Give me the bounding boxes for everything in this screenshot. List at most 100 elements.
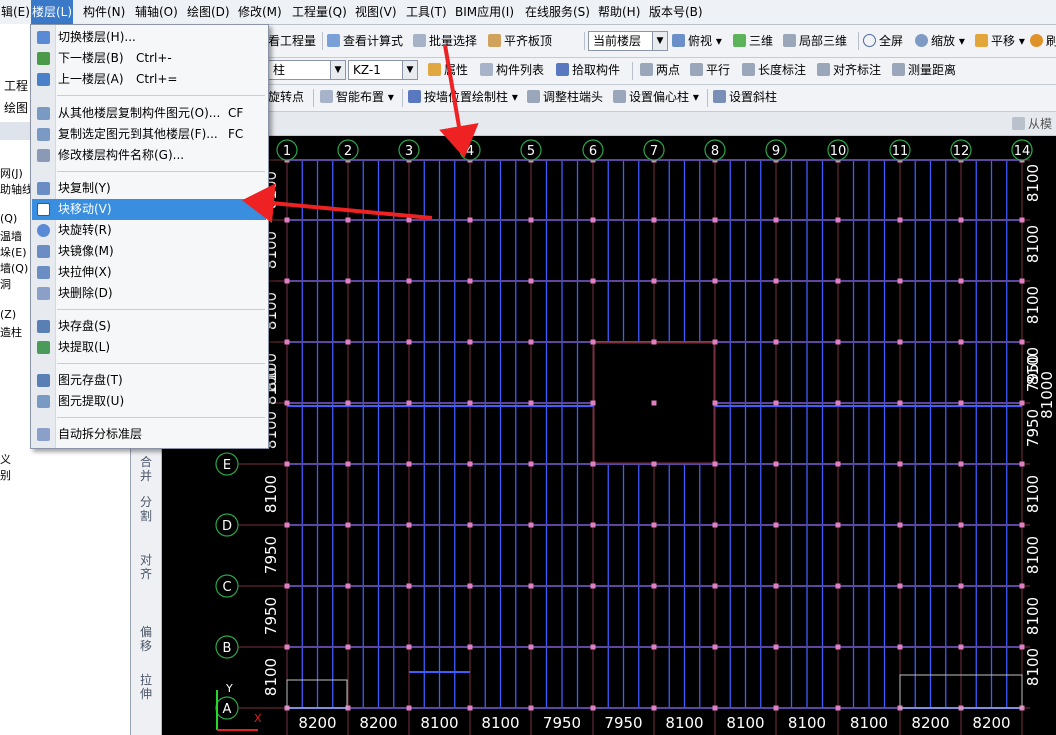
- wall-column-icon: [408, 90, 421, 103]
- column: [528, 217, 534, 223]
- tree-item-custom[interactable]: 义: [0, 451, 11, 467]
- tree-item-pilaster[interactable]: 垛(E): [0, 244, 27, 260]
- menu-tools[interactable]: 工具(T): [405, 0, 448, 24]
- component-name-select[interactable]: KZ-1 ▼: [348, 60, 418, 80]
- align-slab-top-button[interactable]: 平齐板顶: [488, 30, 552, 52]
- element-extract-icon: [37, 395, 50, 408]
- menu-aux-axis[interactable]: 辅轴(O): [134, 0, 179, 24]
- menu-item-element-extract[interactable]: 图元提取(U): [32, 391, 266, 412]
- tree-item-insulation-wall[interactable]: 温墙: [0, 228, 22, 244]
- from-model-button[interactable]: 从模: [1012, 113, 1052, 135]
- draw-column-by-wall-button[interactable]: 按墙位置绘制柱 ▾: [408, 86, 518, 108]
- menu-quantity[interactable]: 工程量(Q): [291, 0, 348, 24]
- column: [528, 583, 534, 589]
- tree-item-constructional-column[interactable]: 造柱: [0, 324, 22, 340]
- stretch-button[interactable]: 拉伸: [139, 673, 153, 701]
- menu-item-auto-split-standard-floor[interactable]: 自动拆分标准层: [32, 424, 266, 445]
- column: [651, 339, 657, 345]
- batch-select-button[interactable]: 批量选择: [413, 30, 477, 52]
- chevron-down-icon[interactable]: ▼: [330, 61, 345, 79]
- parallel-button[interactable]: 平行: [690, 59, 730, 81]
- tree-item-grid[interactable]: 网(J): [0, 165, 23, 181]
- menu-online[interactable]: 在线服务(S): [524, 0, 591, 24]
- zoom-button[interactable]: 缩放 ▾: [915, 30, 965, 52]
- menu-item-copy-to-floor[interactable]: 复制选定图元到其他楼层(F)... FC: [32, 124, 266, 145]
- refresh-button[interactable]: 刷: [1030, 30, 1056, 52]
- menu-modify[interactable]: 修改(M): [237, 0, 283, 24]
- rotate-point-button[interactable]: 旋转点: [268, 86, 304, 108]
- chevron-down-icon[interactable]: ▼: [652, 32, 667, 50]
- column: [406, 644, 412, 650]
- chevron-down-icon[interactable]: ▼: [402, 61, 417, 79]
- 3d-view-button[interactable]: 三维: [733, 30, 773, 52]
- menu-item-rename-floor-component[interactable]: 修改楼层构件名称(G)...: [32, 145, 266, 166]
- tree-item-aux-axis[interactable]: 助轴线: [0, 181, 33, 197]
- measure-distance-button[interactable]: 测量距离: [892, 59, 956, 81]
- merge-button[interactable]: 合并: [139, 455, 153, 483]
- split-button[interactable]: 分割: [139, 495, 153, 523]
- grid-label-x: 12: [953, 144, 970, 159]
- menu-item-block-extract[interactable]: 块提取(L): [32, 337, 266, 358]
- tree-item-column[interactable]: (Z): [0, 308, 16, 321]
- menu-version[interactable]: 版本号(B): [648, 0, 704, 24]
- floor-plan-drawing[interactable]: 1234567891011121314ABCDE8200820081008100…: [162, 136, 1056, 735]
- menu-component[interactable]: 构件(N): [82, 0, 126, 24]
- smart-layout-button[interactable]: 智能布置 ▾: [320, 86, 394, 108]
- refresh-label: 刷: [1046, 34, 1056, 48]
- column: [958, 339, 964, 345]
- local-3d-icon: [783, 34, 796, 47]
- pan-button[interactable]: 平移 ▾: [975, 30, 1025, 52]
- fullscreen-button[interactable]: 全屏: [863, 30, 903, 52]
- tree-item-identify[interactable]: 别: [0, 467, 11, 483]
- aligned-dim-button[interactable]: 对齐标注: [817, 59, 881, 81]
- tree-item-wall[interactable]: (Q): [0, 212, 17, 225]
- set-inclined-column-button[interactable]: 设置斜柱: [713, 86, 777, 108]
- menu-item-block-move[interactable]: 块移动(V): [32, 199, 266, 220]
- menu-item-block-mirror[interactable]: 块镜像(M): [32, 241, 266, 262]
- floor-scope-select[interactable]: 当前楼层 ▼: [588, 31, 668, 51]
- align-button[interactable]: 对齐: [139, 553, 153, 581]
- tree-item-wall-other[interactable]: 墙(Q): [0, 260, 28, 276]
- menu-item-block-delete[interactable]: 块删除(D): [32, 283, 266, 304]
- properties-label: 属性: [444, 63, 469, 77]
- top-view-button[interactable]: 俯视 ▾: [672, 30, 722, 52]
- menu-item-switch-floor[interactable]: 切换楼层(H)...: [32, 27, 266, 48]
- view-formula-button[interactable]: 查看计算式: [327, 30, 403, 52]
- menu-item-copy-from-floor[interactable]: 从其他楼层复制构件图元(O)... CF: [32, 103, 266, 124]
- menu-view[interactable]: 视图(V): [354, 0, 398, 24]
- column: [406, 583, 412, 589]
- menu-item-block-rotate[interactable]: 块旋转(R): [32, 220, 266, 241]
- menu-floor[interactable]: 楼层(L): [31, 0, 74, 24]
- menu-item-next-floor[interactable]: 下一楼层(B) Ctrl+-: [32, 48, 266, 69]
- properties-button[interactable]: 属性: [428, 59, 468, 81]
- adjust-column-end-button[interactable]: 调整柱端头: [527, 86, 603, 108]
- menu-item-block-copy[interactable]: 块复制(Y): [32, 178, 266, 199]
- set-eccentric-column-button[interactable]: 设置偏心柱 ▾: [613, 86, 699, 108]
- view-quantity-button[interactable]: 看工程量: [268, 30, 316, 52]
- local-3d-button[interactable]: 局部三维: [783, 30, 847, 52]
- project-tab[interactable]: 工程: [4, 77, 28, 94]
- component-type-select[interactable]: 柱 ▼: [268, 60, 346, 80]
- column: [467, 461, 473, 467]
- menu-bim[interactable]: BIM应用(I): [454, 0, 515, 24]
- element-save-icon: [37, 374, 50, 387]
- menu-draw[interactable]: 绘图(D): [186, 0, 231, 24]
- menu-item-block-save[interactable]: 块存盘(S): [32, 316, 266, 337]
- column: [712, 217, 718, 223]
- column: [406, 461, 412, 467]
- length-dim-button[interactable]: 长度标注: [742, 59, 806, 81]
- menu-help[interactable]: 帮助(H): [597, 0, 641, 24]
- tree-item-opening[interactable]: 洞: [0, 276, 11, 292]
- menu-item-label: 块提取(L): [58, 340, 111, 354]
- component-list-button[interactable]: 构件列表: [480, 59, 544, 81]
- two-points-button[interactable]: 两点: [640, 59, 680, 81]
- pick-component-button[interactable]: 拾取构件: [556, 59, 620, 81]
- grid-label-y: A: [223, 702, 232, 717]
- menu-item-element-save[interactable]: 图元存盘(T): [32, 370, 266, 391]
- offset-button[interactable]: 偏移: [139, 625, 153, 653]
- menu-edit[interactable]: 辑(E): [0, 0, 31, 24]
- drawing-canvas[interactable]: 1234567891011121314ABCDE8200820081008100…: [162, 136, 1056, 735]
- menu-item-block-stretch[interactable]: 块拉伸(X): [32, 262, 266, 283]
- drawing-tab[interactable]: 绘图: [4, 99, 28, 116]
- menu-item-prev-floor[interactable]: 上一楼层(A) Ctrl+=: [32, 69, 266, 90]
